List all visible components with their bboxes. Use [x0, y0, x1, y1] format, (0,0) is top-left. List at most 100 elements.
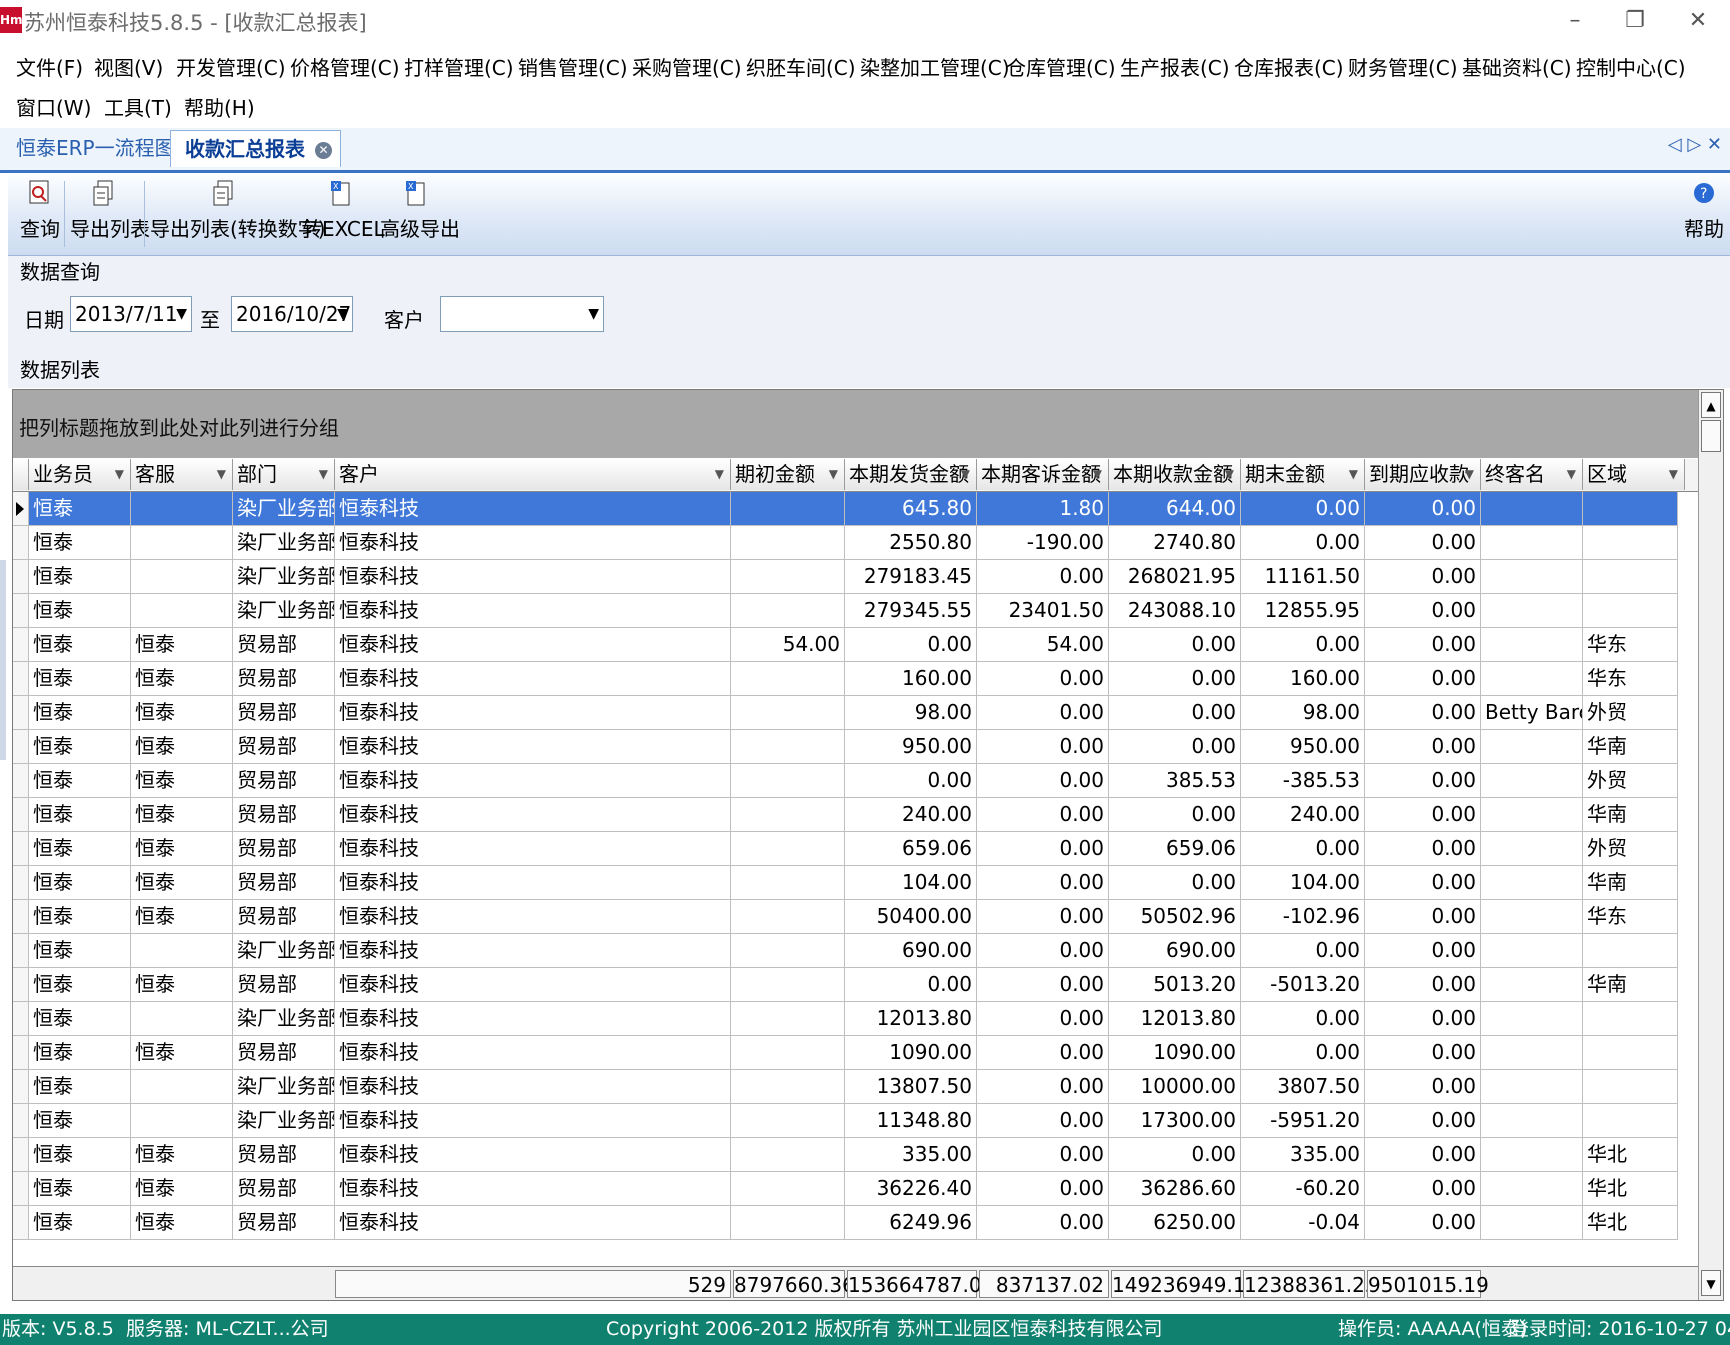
cell-region[interactable]: 外贸: [1583, 832, 1678, 865]
row-indicator[interactable]: [13, 662, 29, 695]
table-row[interactable]: 恒泰 染厂业务部 恒泰科技 13807.50 0.00 10000.00 3807.50 0.…: [13, 1070, 1678, 1104]
table-row[interactable]: 恒泰 恒泰 贸易部 恒泰科技 659.06 0.00 659.06 0.00 0.00 外贸: [13, 832, 1678, 866]
cell-closing[interactable]: -102.96: [1241, 900, 1365, 933]
help-button[interactable]: ? 帮助: [1684, 179, 1724, 251]
cell-closing[interactable]: -0.04: [1241, 1206, 1365, 1239]
cell-opening[interactable]: [731, 1002, 845, 1035]
cell-due[interactable]: 0.00: [1365, 492, 1481, 525]
cell-salesman[interactable]: 恒泰: [29, 798, 131, 831]
cell-customer[interactable]: 恒泰科技: [335, 1138, 731, 1171]
cell-opening[interactable]: [731, 900, 845, 933]
cell-complaint[interactable]: 54.00: [977, 628, 1109, 661]
table-row[interactable]: 恒泰 染厂业务部 恒泰科技 11348.80 0.00 17300.00 -5951.20 0…: [13, 1104, 1678, 1138]
cell-end-customer[interactable]: [1481, 628, 1583, 661]
cell-region[interactable]: [1583, 1002, 1678, 1035]
col-complaint[interactable]: 本期客诉金额 ▼: [977, 459, 1109, 490]
menu-sample-mgmt[interactable]: 打样管理(C): [404, 52, 514, 81]
cell-shipped[interactable]: 240.00: [845, 798, 977, 831]
cell-end-customer[interactable]: [1481, 730, 1583, 763]
filter-icon[interactable]: ▼: [829, 459, 838, 490]
table-row[interactable]: 恒泰 染厂业务部 恒泰科技 279345.55 23401.50 243088.10 128…: [13, 594, 1678, 628]
row-indicator[interactable]: [13, 1206, 29, 1239]
table-row[interactable]: 恒泰 染厂业务部 恒泰科技 690.00 0.00 690.00 0.00 0.00: [13, 934, 1678, 968]
row-indicator[interactable]: [13, 900, 29, 933]
cell-customer[interactable]: 恒泰科技: [335, 934, 731, 967]
cell-region[interactable]: 华南: [1583, 798, 1678, 831]
cell-shipped[interactable]: 36226.40: [845, 1172, 977, 1205]
row-indicator[interactable]: [13, 866, 29, 899]
row-indicator[interactable]: [13, 1104, 29, 1137]
cell-received[interactable]: 2740.80: [1109, 526, 1241, 559]
cell-region[interactable]: 华北: [1583, 1138, 1678, 1171]
cell-department[interactable]: 贸易部: [233, 900, 335, 933]
row-indicator[interactable]: [13, 934, 29, 967]
cell-received[interactable]: 243088.10: [1109, 594, 1241, 627]
cell-received[interactable]: 10000.00: [1109, 1070, 1241, 1103]
filter-icon[interactable]: ▼: [1349, 459, 1358, 490]
cell-customer[interactable]: 恒泰科技: [335, 526, 731, 559]
cell-shipped[interactable]: 0.00: [845, 968, 977, 1001]
cell-service[interactable]: 恒泰: [131, 696, 233, 729]
cell-due[interactable]: 0.00: [1365, 560, 1481, 593]
cell-department[interactable]: 贸易部: [233, 1206, 335, 1239]
cell-shipped[interactable]: 335.00: [845, 1138, 977, 1171]
table-row[interactable]: 恒泰 恒泰 贸易部 恒泰科技 160.00 0.00 0.00 160.00 0.00 华东: [13, 662, 1678, 696]
cell-end-customer[interactable]: [1481, 1036, 1583, 1069]
cell-due[interactable]: 0.00: [1365, 1138, 1481, 1171]
col-end-customer[interactable]: 终客名 ▼: [1481, 459, 1583, 490]
cell-due[interactable]: 0.00: [1365, 832, 1481, 865]
dropdown-arrow-icon[interactable]: ▼: [588, 297, 599, 331]
cell-region[interactable]: 外贸: [1583, 764, 1678, 797]
cell-customer[interactable]: 恒泰科技: [335, 594, 731, 627]
cell-opening[interactable]: [731, 526, 845, 559]
cell-closing[interactable]: 0.00: [1241, 492, 1365, 525]
cell-closing[interactable]: 12855.95: [1241, 594, 1365, 627]
cell-due[interactable]: 0.00: [1365, 696, 1481, 729]
row-indicator[interactable]: [13, 560, 29, 593]
to-excel-button[interactable]: X 转EXCEL: [302, 179, 385, 251]
cell-customer[interactable]: 恒泰科技: [335, 662, 731, 695]
cell-complaint[interactable]: 0.00: [977, 1172, 1109, 1205]
filter-icon[interactable]: ▼: [1567, 459, 1576, 490]
col-shipped[interactable]: 本期发货金额 ▼: [845, 459, 977, 490]
table-row[interactable]: 恒泰 恒泰 贸易部 恒泰科技 0.00 0.00 5013.20 -5013.20 0.00 华南: [13, 968, 1678, 1002]
cell-customer[interactable]: 恒泰科技: [335, 1036, 731, 1069]
cell-department[interactable]: 贸易部: [233, 1172, 335, 1205]
cell-shipped[interactable]: 104.00: [845, 866, 977, 899]
cell-opening[interactable]: [731, 560, 845, 593]
cell-service[interactable]: 恒泰: [131, 832, 233, 865]
cell-opening[interactable]: [731, 1070, 845, 1103]
cell-complaint[interactable]: 0.00: [977, 1070, 1109, 1103]
cell-department[interactable]: 染厂业务部: [233, 560, 335, 593]
cell-end-customer[interactable]: [1481, 560, 1583, 593]
cell-due[interactable]: 0.00: [1365, 1070, 1481, 1103]
table-row[interactable]: 恒泰 染厂业务部 恒泰科技 645.80 1.80 644.00 0.00 0.00: [13, 492, 1678, 526]
table-row[interactable]: 恒泰 染厂业务部 恒泰科技 2550.80 -190.00 2740.80 0.00 0.00: [13, 526, 1678, 560]
close-icon[interactable]: ✕: [315, 142, 332, 159]
cell-received[interactable]: 6250.00: [1109, 1206, 1241, 1239]
cell-region[interactable]: 华南: [1583, 866, 1678, 899]
cell-department[interactable]: 染厂业务部: [233, 526, 335, 559]
cell-complaint[interactable]: 0.00: [977, 1002, 1109, 1035]
cell-end-customer[interactable]: [1481, 662, 1583, 695]
cell-received[interactable]: 36286.60: [1109, 1172, 1241, 1205]
cell-service[interactable]: 恒泰: [131, 1138, 233, 1171]
cell-department[interactable]: 染厂业务部: [233, 492, 335, 525]
cell-end-customer[interactable]: [1481, 492, 1583, 525]
cell-salesman[interactable]: 恒泰: [29, 1070, 131, 1103]
cell-department[interactable]: 贸易部: [233, 1138, 335, 1171]
cell-service[interactable]: [131, 594, 233, 627]
row-indicator[interactable]: [13, 730, 29, 763]
cell-customer[interactable]: 恒泰科技: [335, 1206, 731, 1239]
cell-opening[interactable]: [731, 934, 845, 967]
menu-price-mgmt[interactable]: 价格管理(C): [290, 52, 400, 81]
cell-due[interactable]: 0.00: [1365, 730, 1481, 763]
row-indicator[interactable]: [13, 832, 29, 865]
cell-department[interactable]: 贸易部: [233, 696, 335, 729]
cell-due[interactable]: 0.00: [1365, 1104, 1481, 1137]
row-indicator[interactable]: [13, 1172, 29, 1205]
cell-received[interactable]: 0.00: [1109, 730, 1241, 763]
filter-icon[interactable]: ▼: [1465, 459, 1474, 490]
cell-salesman[interactable]: 恒泰: [29, 594, 131, 627]
cell-closing[interactable]: 0.00: [1241, 934, 1365, 967]
